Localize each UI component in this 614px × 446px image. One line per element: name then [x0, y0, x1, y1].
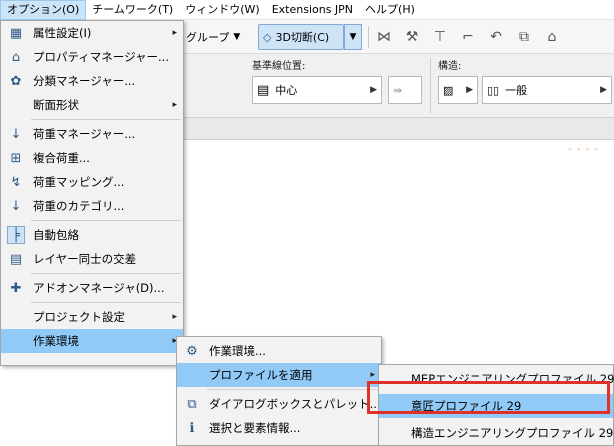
menu-item-load-manager[interactable]: ↓ 荷重マネージャー... [1, 122, 183, 146]
composite-icon: ▯▯ [487, 83, 500, 97]
menu-item-classification-manager[interactable]: ✿ 分類マネージャー... [1, 69, 183, 93]
baseline-label: 基準線位置: [252, 61, 306, 72]
menu-item-layer-intersection[interactable]: ▤ レイヤー同士の交差 [1, 247, 183, 271]
menu-options[interactable]: オプション(O) [0, 0, 87, 20]
submenu-arrow-icon: ▸ [172, 28, 177, 38]
structure-value-select[interactable]: ▯▯ 一般 ▶ [482, 76, 612, 104]
addon-icon: ✚ [10, 280, 22, 296]
curve-icon[interactable]: ↶ [486, 27, 506, 47]
structure-value: 一般 [505, 84, 528, 97]
home-icon[interactable]: ⌂ [542, 27, 562, 47]
menu-item-attributes[interactable]: ▦ 属性設定(I) ▸ [1, 21, 183, 45]
baseline-value: 中心 [275, 84, 298, 97]
structure-icon: ▨ [443, 83, 454, 97]
menu-item-dialog-palettes[interactable]: ⧉ ダイアログボックスとパレット... [177, 392, 381, 416]
toolbar-divider [368, 26, 369, 48]
menu-item-apply-profile[interactable]: プロファイルを適用 ▸ [177, 363, 381, 387]
dialog-palette-icon: ⧉ [187, 396, 197, 412]
submenu-arrow-icon: ▸ [172, 100, 177, 110]
load-mapping-icon: ↯ [10, 174, 22, 190]
menu-item-combined-load[interactable]: ⊞ 複合荷重... [1, 146, 183, 170]
menu-item-project-settings[interactable]: プロジェクト設定 ▸ [1, 305, 183, 329]
reference-line-icon: ⇛ [393, 83, 403, 97]
menu-item-addon-manager[interactable]: ✚ アドオンマネージャ(D)... [1, 276, 183, 300]
menu-help[interactable]: ヘルプ(H) [359, 0, 421, 20]
split-icon[interactable]: ⋈ [374, 27, 394, 47]
menu-teamwork[interactable]: チームワーク(T) [86, 0, 179, 20]
selection-info-icon: ℹ [189, 420, 195, 436]
callout-highlight-box [367, 381, 610, 414]
menu-divider [31, 302, 181, 303]
chevron-right-icon: ▶ [600, 85, 607, 95]
auto-intersection-icon: ╞ [7, 226, 25, 244]
infobox-divider [430, 58, 431, 114]
menu-item-load-category[interactable]: ↓ 荷重のカテゴリ... [1, 194, 183, 218]
classification-icon: ✿ [10, 73, 22, 89]
structure-type-select[interactable]: ▨ ▶ [438, 76, 478, 104]
3d-cut-button[interactable]: ◇ 3D切断(C) [258, 24, 344, 50]
adjust-icon[interactable]: ⚒ [402, 27, 422, 47]
chevron-down-icon: ▼ [233, 32, 241, 42]
chevron-right-icon: ▶ [466, 85, 473, 95]
chevron-down-icon: ▼ [349, 32, 357, 42]
menu-divider [31, 273, 181, 274]
layer-intersection-icon: ▤ [9, 251, 23, 267]
menu-item-structural-profile[interactable]: 構造エンジニアリングプロファイル 29 [379, 421, 613, 445]
structure-label: 構造: [438, 61, 462, 72]
baseline-icon: ▤ [257, 82, 270, 98]
offset-icon[interactable]: ⌐ [458, 27, 478, 47]
menu-item-work-environment-dialog[interactable]: ⚙ 作業環境... [177, 339, 381, 363]
options-menu: ▦ 属性設定(I) ▸ ⌂ プロパティマネージャー... ✿ 分類マネージャー... 断… [0, 20, 184, 366]
attributes-icon: ▦ [9, 25, 23, 41]
submenu-arrow-icon: ▸ [172, 312, 177, 322]
menu-item-work-environment[interactable]: 作業環境 ▸ [1, 329, 183, 353]
chevron-right-icon: ▶ [370, 85, 377, 95]
elevate-icon[interactable]: ⊤ [430, 27, 450, 47]
menu-divider [207, 389, 379, 390]
group-label: グループ [186, 31, 230, 44]
menu-item-load-mapping[interactable]: ↯ 荷重マッピング... [1, 170, 183, 194]
load-category-icon: ↓ [10, 198, 22, 214]
menu-extensions-jpn[interactable]: Extensions JPN [266, 0, 359, 20]
3d-cut-label: 3D切断(C) [275, 31, 330, 44]
menu-item-profiles[interactable]: 断面形状 ▸ [1, 93, 183, 117]
reference-line-button[interactable]: ⇛ [388, 76, 422, 104]
menu-divider [31, 220, 181, 221]
menubar: オプション(O) チームワーク(T) ウィンドウ(W) Extensions J… [0, 0, 614, 20]
3d-cut-icon: ◇ [263, 30, 272, 44]
baseline-select[interactable]: ▤ 中心 ▶ [252, 76, 382, 104]
resize-icon[interactable]: ⧉ [514, 27, 534, 47]
menu-window[interactable]: ウィンドウ(W) [179, 0, 265, 20]
group-button[interactable]: グループ ▼ [182, 24, 244, 50]
combined-load-icon: ⊞ [10, 150, 22, 166]
menu-item-selection-info[interactable]: ℹ 選択と要素情報... [177, 416, 381, 440]
3d-cut-dropdown-button[interactable]: ▼ [344, 24, 362, 50]
menu-divider [31, 119, 181, 120]
guide-line: - - - - [568, 144, 599, 155]
work-environment-submenu: ⚙ 作業環境... プロファイルを適用 ▸ ⧉ ダイアログボックスとパレット... ℹ… [176, 336, 382, 446]
menu-item-property-manager[interactable]: ⌂ プロパティマネージャー... [1, 45, 183, 69]
menu-item-auto-intersection[interactable]: ╞ 自動包絡 [1, 223, 183, 247]
work-environment-icon: ⚙ [186, 343, 198, 359]
load-manager-icon: ↓ [10, 126, 22, 142]
tag-icon: ⌂ [11, 49, 21, 65]
